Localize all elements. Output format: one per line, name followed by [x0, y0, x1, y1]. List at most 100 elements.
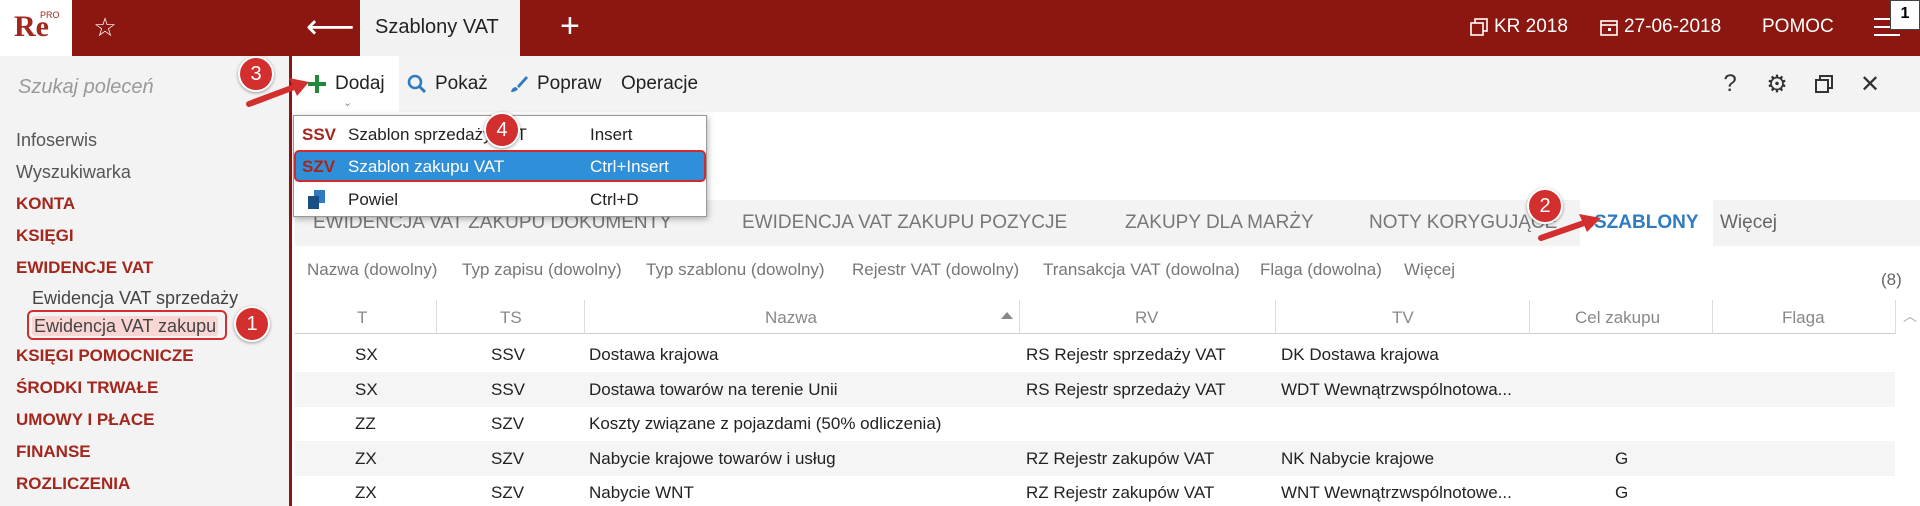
favorite-star-icon[interactable]: ☆: [90, 12, 120, 42]
add-button[interactable]: Dodaj: [307, 73, 385, 95]
brush-icon: [511, 76, 528, 92]
search-icon: [407, 74, 427, 94]
command-search-input[interactable]: Szukaj poleceń: [18, 76, 154, 99]
col-header-t[interactable]: T: [357, 308, 367, 328]
chevron-down-icon[interactable]: ⌄: [343, 96, 352, 109]
tab-more[interactable]: Więcej: [1720, 212, 1777, 234]
back-arrow-icon[interactable]: ⟵: [306, 9, 355, 45]
sidebar-item-ksiegi[interactable]: KSIĘGI: [16, 220, 238, 252]
column-divider: [1019, 300, 1020, 334]
table-row[interactable]: SX SSV Dostawa towarów na terenie Unii R…: [295, 372, 1895, 407]
app-logo[interactable]: Re PRO: [0, 0, 72, 56]
sidebar-item-ksiegi-pomocnicze[interactable]: KSIĘGI POMOCNICZE: [16, 340, 238, 372]
sidebar-item-konta[interactable]: KONTA: [16, 188, 238, 220]
help-icon[interactable]: ?: [1715, 70, 1745, 98]
cell-nazwa: Nabycie WNT: [589, 483, 694, 502]
cell-cel: G: [1615, 483, 1629, 502]
cell-tv: DK Dostawa krajowa: [1281, 345, 1439, 364]
record-count: (8): [1881, 270, 1902, 289]
show-label: Pokaż: [435, 73, 488, 94]
sidebar-item-finanse[interactable]: FINANSE: [16, 436, 238, 468]
sidebar-item-infoserwis[interactable]: Infoserwis: [16, 124, 238, 156]
tab-ewidencja-pozycje[interactable]: EWIDENCJA VAT ZAKUPU POZYCJE: [742, 212, 1067, 234]
sidebar: Szukaj poleceń Infoserwis Wyszukiwarka K…: [0, 56, 292, 506]
cell-ts: SZV: [491, 414, 525, 433]
date-selector[interactable]: 27-06-2018: [1600, 16, 1721, 38]
callout-2: 2: [1527, 188, 1563, 224]
corner-badge: 1: [1890, 0, 1920, 30]
menu-item-shortcut: Ctrl+D: [590, 190, 639, 209]
cell-rv: RS Rejestr sprzedaży VAT: [1026, 345, 1226, 364]
table-row[interactable]: ZX SZV Nabycie krajowe towarów i usług R…: [295, 441, 1895, 476]
help-link[interactable]: POMOC: [1762, 16, 1834, 38]
tab-zakupy-marzy[interactable]: ZAKUPY DLA MARŻY: [1125, 212, 1314, 234]
table-row[interactable]: ZZ SZV Koszty związane z pojazdami (50% …: [295, 406, 1895, 441]
cell-nazwa: Dostawa towarów na terenie Unii: [589, 380, 838, 399]
column-divider: [1895, 300, 1896, 334]
column-divider: [1712, 300, 1713, 334]
active-window-tab[interactable]: Szablony VAT: [360, 0, 520, 56]
menu-item-shortcut: Ctrl+Insert: [590, 157, 669, 176]
filter-bar: Nazwa (dowolny) Typ zapisu (dowolny) Typ…: [295, 250, 1920, 290]
table-row[interactable]: SX SSV Dostawa krajowa RS Rejestr sprzed…: [295, 337, 1895, 372]
col-header-rv[interactable]: RV: [1135, 308, 1158, 328]
filter-flaga[interactable]: Flaga (dowolna): [1260, 260, 1382, 280]
table-header: T TS Nazwa RV TV Cel zakupu Flaga: [295, 300, 1895, 334]
date-label: 27-06-2018: [1624, 16, 1722, 37]
logo-sup: PRO: [40, 10, 60, 20]
calendar-icon: [1600, 20, 1618, 36]
sidebar-item-srodki-trwale[interactable]: ŚRODKI TRWAŁE: [16, 372, 238, 404]
col-header-flaga[interactable]: Flaga: [1782, 308, 1825, 328]
menu-item-code: SSV: [302, 125, 337, 144]
cell-t: SX: [355, 380, 378, 399]
cell-t: SX: [355, 345, 378, 364]
toolbar: Dodaj ⌄ Pokaż Popraw Operacje ? ⚙ ✕: [295, 56, 1920, 112]
col-header-ts[interactable]: TS: [500, 308, 522, 328]
cell-ts: SZV: [491, 483, 525, 502]
show-button[interactable]: Pokaż: [407, 73, 488, 95]
col-header-cel-zakupu[interactable]: Cel zakupu: [1575, 308, 1660, 328]
edit-button[interactable]: Popraw: [509, 73, 601, 95]
restore-window-icon[interactable]: [1809, 70, 1839, 101]
sort-asc-icon: [1001, 312, 1013, 319]
cell-nazwa: Nabycie krajowe towarów i usług: [589, 449, 836, 468]
column-divider: [1275, 300, 1276, 334]
menu-item-szablon-zakupu[interactable]: SZV Szablon zakupu VAT Ctrl+Insert: [294, 150, 706, 182]
filter-transakcja-vat[interactable]: Transakcja VAT (dowolna): [1043, 260, 1240, 280]
cell-t: ZZ: [355, 414, 376, 433]
filter-more[interactable]: Więcej: [1404, 260, 1455, 280]
cell-cel: G: [1615, 449, 1629, 468]
sidebar-item-umowy-i-place[interactable]: UMOWY I PŁACE: [16, 404, 238, 436]
filter-typ-szablonu[interactable]: Typ szablonu (dowolny): [646, 260, 825, 280]
sidebar-item-wyszukiwarka[interactable]: Wyszukiwarka: [16, 156, 238, 188]
duplicate-icon: [308, 190, 326, 215]
cell-rv: RZ Rejestr zakupów VAT: [1026, 449, 1215, 468]
cell-tv: NK Nabycie krajowe: [1281, 449, 1435, 468]
sidebar-item-ewidencje-vat[interactable]: EWIDENCJE VAT: [16, 252, 238, 284]
scroll-up-icon[interactable]: ︿: [1903, 306, 1917, 326]
year-selector[interactable]: KR 2018: [1470, 16, 1568, 38]
filter-rejestr-vat[interactable]: Rejestr VAT (dowolny): [852, 260, 1019, 280]
sidebar-item-rozliczenia[interactable]: ROZLICZENIA: [16, 468, 238, 500]
cell-rv: RS Rejestr sprzedaży VAT: [1026, 380, 1226, 399]
cell-nazwa: Dostawa krajowa: [589, 345, 719, 364]
cell-t: ZX: [355, 449, 377, 468]
cell-tv: WNT Wewnątrzwspólnotowe...: [1281, 483, 1512, 502]
cell-t: ZX: [355, 483, 377, 502]
table-row[interactable]: ZX SZV Nabycie WNT RZ Rejestr zakupów VA…: [295, 475, 1895, 506]
col-header-nazwa[interactable]: Nazwa: [765, 308, 817, 328]
menu-item-powiel[interactable]: Powiel Ctrl+D: [294, 183, 706, 215]
gear-icon[interactable]: ⚙: [1762, 70, 1792, 99]
operations-menu[interactable]: Operacje: [621, 73, 698, 95]
cell-nazwa: Koszty związane z pojazdami (50% odlicze…: [589, 414, 942, 433]
close-icon[interactable]: ✕: [1855, 70, 1885, 99]
callout-4: 4: [484, 112, 520, 148]
edit-label: Popraw: [537, 73, 602, 94]
col-header-tv[interactable]: TV: [1392, 308, 1414, 328]
filter-typ-zapisu[interactable]: Typ zapisu (dowolny): [462, 260, 622, 280]
sidebar-item-ewidencja-sprzedazy[interactable]: Ewidencja VAT sprzedaży: [16, 284, 238, 312]
filter-nazwa[interactable]: Nazwa (dowolny): [307, 260, 437, 280]
new-tab-plus-icon[interactable]: +: [560, 8, 580, 44]
cell-tv: WDT Wewnątrzwspólnotowa...: [1281, 380, 1512, 399]
help-label: POMOC: [1762, 16, 1834, 37]
